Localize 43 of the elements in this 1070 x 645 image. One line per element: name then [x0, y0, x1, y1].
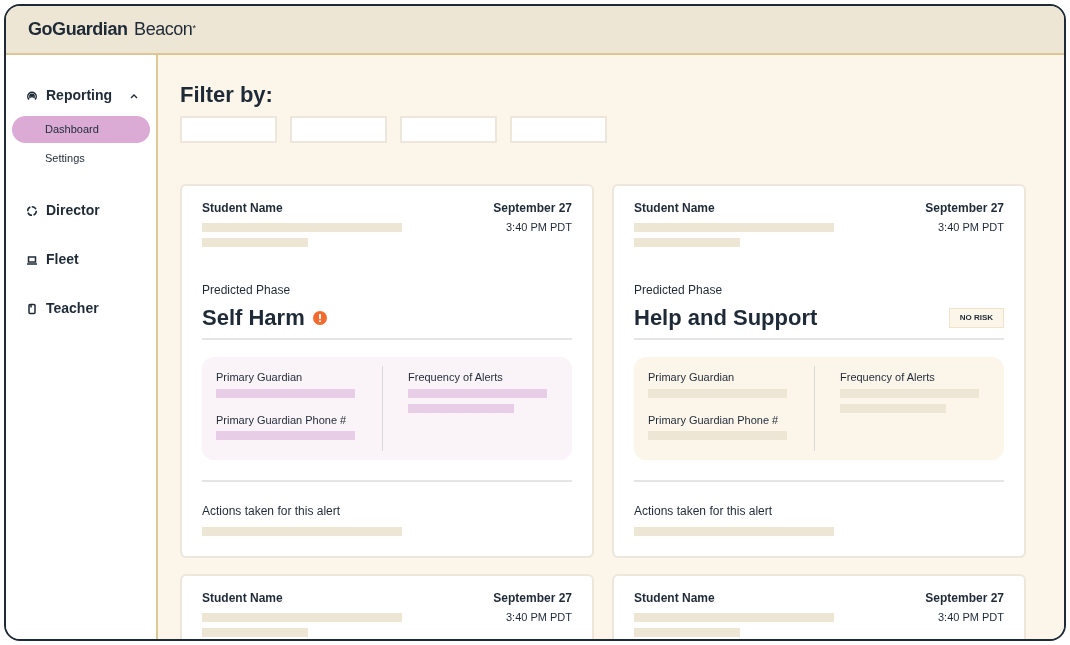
- student-name-label: Student Name: [202, 590, 284, 606]
- phase-label: Predicted Phase: [202, 283, 291, 297]
- actions-label: Actions taken for this alert: [634, 504, 773, 518]
- guardian-phone-label: Primary Guardian Phone #: [216, 412, 348, 428]
- nav-item[interactable]: Teacher: [12, 298, 150, 319]
- alert-date: September 27: [925, 590, 1004, 606]
- student-name-label: Student Name: [202, 200, 284, 216]
- phase-title: Self Harm: [202, 304, 305, 332]
- alert-time: 3:40 PM PDT: [937, 610, 1004, 625]
- filter-field[interactable]: [510, 116, 607, 143]
- nav-item[interactable]: Fleet: [12, 249, 150, 270]
- brand-logo: GoGuardian Beacon$^{*}$: [28, 18, 196, 41]
- phase-label: Predicted Phase: [634, 283, 723, 297]
- frequency-label: Frequency of Alerts: [840, 370, 936, 385]
- frequency-label: Frequency of Alerts: [408, 370, 504, 385]
- guardian-label: Primary Guardian: [216, 370, 304, 385]
- risk-badge: NO RISK: [948, 307, 1004, 328]
- nav-subitem[interactable]: Settings: [12, 145, 150, 172]
- caret-icon: [130, 92, 138, 99]
- actions-label: Actions taken for this alert: [202, 504, 341, 518]
- signal-icon: [26, 89, 38, 102]
- filter-title: Filter by:: [180, 81, 274, 109]
- alert-time: 3:40 PM PDT: [505, 610, 572, 625]
- alert-date: September 27: [925, 200, 1004, 216]
- student-name-label: Student Name: [634, 590, 716, 606]
- laptop-icon: [26, 253, 38, 266]
- ring-icon: [26, 204, 38, 217]
- tablet-icon: [26, 302, 38, 315]
- student-name-label: Student Name: [634, 200, 716, 216]
- alert-time: 3:40 PM PDT: [937, 220, 1004, 235]
- phase-title: Help and Support: [634, 304, 818, 332]
- guardian-phone-label: Primary Guardian Phone #: [648, 412, 780, 428]
- filter-field[interactable]: [290, 116, 387, 143]
- nav-item[interactable]: Director: [12, 200, 150, 221]
- nav-subitem[interactable]: Dashboard: [12, 116, 150, 143]
- alert-time: 3:40 PM PDT: [505, 220, 572, 235]
- filter-field[interactable]: [180, 116, 277, 143]
- guardian-label: Primary Guardian: [648, 370, 736, 385]
- alert-date: September 27: [493, 590, 572, 606]
- alert-date: September 27: [493, 200, 572, 216]
- filter-field[interactable]: [400, 116, 497, 143]
- nav-item[interactable]: Reporting: [12, 85, 150, 106]
- alert-icon: [312, 310, 327, 325]
